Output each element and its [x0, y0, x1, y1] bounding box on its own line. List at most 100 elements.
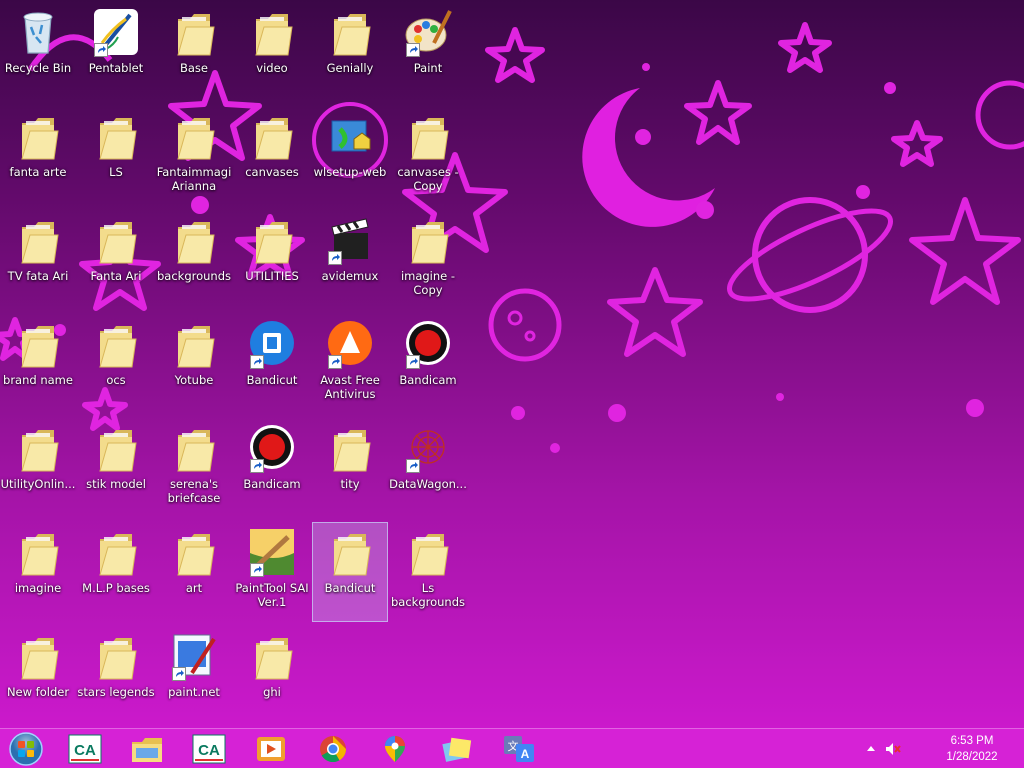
desktop-icon-label: Fantaimmagi Arianna	[156, 165, 232, 193]
credit-agricole-icon[interactable]: CA	[186, 731, 232, 767]
volume-muted-icon[interactable]	[884, 740, 902, 758]
desktop-icon-label: Pentablet	[88, 61, 144, 75]
desktop-icon[interactable]: UtilityOnlin...	[0, 418, 76, 518]
folder-icon	[170, 7, 218, 57]
desktop-icon[interactable]: ghi	[234, 626, 310, 726]
desktop-icon-label: Fanta Ari	[90, 269, 142, 283]
desktop-icon[interactable]: paint.net	[156, 626, 232, 726]
desktop-icon[interactable]: serena's briefcase	[156, 418, 232, 518]
desktop-icon-label: Yotube	[174, 373, 214, 387]
credit-agricole-icon[interactable]: CA	[62, 731, 108, 767]
folder-icon	[92, 319, 140, 369]
desktop-icon[interactable]: video	[234, 2, 310, 102]
video-player-icon[interactable]	[248, 731, 294, 767]
paint-icon	[404, 7, 452, 57]
svg-text:CA: CA	[74, 742, 96, 759]
desktop-icon-label: canvases	[245, 165, 299, 179]
folder-icon	[170, 423, 218, 473]
desktop-icon-label: UtilityOnlin...	[0, 477, 76, 491]
folder-icon	[92, 631, 140, 681]
desktop-icon[interactable]: stars legends	[77, 626, 155, 726]
folder-icon	[248, 215, 296, 265]
desktop-icon-label: avidemux	[321, 269, 379, 283]
windows-start-icon[interactable]	[6, 731, 46, 767]
desktop-icon-label: Ls backgrounds	[390, 581, 465, 609]
file-explorer-icon[interactable]	[124, 731, 170, 767]
desktop-icon[interactable]: Yotube	[156, 314, 232, 414]
desktop-icon[interactable]: Bandicam	[234, 418, 310, 518]
desktop-icon[interactable]: Base	[156, 2, 232, 102]
desktop-icon[interactable]: Fanta Ari	[78, 210, 154, 310]
avast-icon	[326, 319, 374, 369]
pentablet-icon	[92, 7, 140, 57]
desktop-icon[interactable]: Bandicut	[312, 522, 388, 622]
maps-icon[interactable]	[372, 731, 418, 767]
desktop-icon[interactable]: M.L.P bases	[78, 522, 154, 622]
folder-icon	[404, 215, 452, 265]
desktop-icon[interactable]: Bandicut	[234, 314, 310, 414]
folder-icon	[14, 527, 62, 577]
desktop-icon[interactable]: New folder	[0, 626, 76, 726]
desktop-icon[interactable]: wlsetup-web	[312, 106, 388, 206]
desktop-icon-label: serena's briefcase	[167, 477, 221, 505]
chevron-up-icon[interactable]	[864, 741, 878, 755]
desktop-icon[interactable]: stik model	[78, 418, 154, 518]
desktop-icon[interactable]: TV fata Ari	[0, 210, 76, 310]
desktop-icon[interactable]: Recycle Bin	[0, 2, 76, 102]
chrome-icon[interactable]	[310, 731, 356, 767]
desktop-icon[interactable]: imagine	[0, 522, 76, 622]
desktop-icon[interactable]: DataWagon...	[389, 418, 467, 518]
desktop-icon[interactable]: PaintTool SAI Ver.1	[234, 522, 310, 622]
desktop-icon[interactable]: Fantaimmagi Arianna	[156, 106, 232, 206]
desktop-icon[interactable]: Ls backgrounds	[390, 522, 466, 622]
desktop-icon-label: Bandicam	[399, 373, 457, 387]
desktop-icon[interactable]: Bandicam	[390, 314, 466, 414]
desktop-icon[interactable]: imagine - Copy	[390, 210, 466, 310]
desktop-icon-label: LS	[109, 165, 123, 179]
desktop-icon-label: Paint	[413, 61, 443, 75]
desktop-icon[interactable]: ocs	[78, 314, 154, 414]
folder-icon	[14, 215, 62, 265]
desktop-icon[interactable]: tity	[312, 418, 388, 518]
desktop-icon-label: fanta arte	[9, 165, 67, 179]
taskbar: CA CA 文 A 6:53 PM 1/28/2022	[0, 728, 1024, 768]
desktop-icon[interactable]: avidemux	[312, 210, 388, 310]
desktop-icon-label: Recycle Bin	[4, 61, 72, 75]
desktop-icon-label: M.L.P bases	[82, 581, 150, 595]
desktop-icon[interactable]: UTILITIES	[234, 210, 310, 310]
folder-icon	[170, 111, 218, 161]
desktop-icon[interactable]: backgrounds	[156, 210, 232, 310]
desktop-icon[interactable]: art	[156, 522, 232, 622]
folder-icon	[326, 423, 374, 473]
desktop-icon[interactable]: Genially	[312, 2, 388, 102]
folder-icon	[14, 631, 62, 681]
folder-icon	[248, 7, 296, 57]
bandicam-icon	[248, 423, 296, 473]
bandicut-icon	[248, 319, 296, 369]
desktop-icon-label: TV fata Ari	[7, 269, 69, 283]
folder-icon	[248, 111, 296, 161]
desktop-icon[interactable]: Avast Free Antivirus	[312, 314, 388, 414]
desktop-icon[interactable]: canvases - Copy	[390, 106, 466, 206]
desktop-icon-label: UTILITIES	[245, 269, 299, 283]
desktop-icon[interactable]: Paint	[390, 2, 466, 102]
desktop-icon-label: Base	[179, 61, 208, 75]
desktop-icon[interactable]: brand name	[0, 314, 76, 414]
desktop-icon[interactable]: Pentablet	[78, 2, 154, 102]
folder-icon	[14, 423, 62, 473]
desktop-icon[interactable]: canvases	[234, 106, 310, 206]
desktop-icon-label: canvases - Copy	[397, 165, 459, 193]
sticky-notes-icon[interactable]	[434, 731, 480, 767]
desktop-icon[interactable]: LS	[78, 106, 154, 206]
translate-icon[interactable]: 文A	[496, 731, 542, 767]
folder-icon	[92, 423, 140, 473]
taskbar-clock[interactable]: 6:53 PM 1/28/2022	[932, 733, 1012, 765]
painttool-sai-icon	[248, 527, 296, 577]
desktop-icon-label: brand name	[3, 373, 73, 387]
desktop-icon[interactable]: fanta arte	[0, 106, 76, 206]
desktop-icon-label: stik model	[86, 477, 146, 491]
folder-icon	[170, 319, 218, 369]
desktop-icon-label: DataWagon...	[389, 477, 467, 491]
desktop-icon-label: ocs	[106, 373, 126, 387]
datawagon-icon	[404, 423, 452, 473]
